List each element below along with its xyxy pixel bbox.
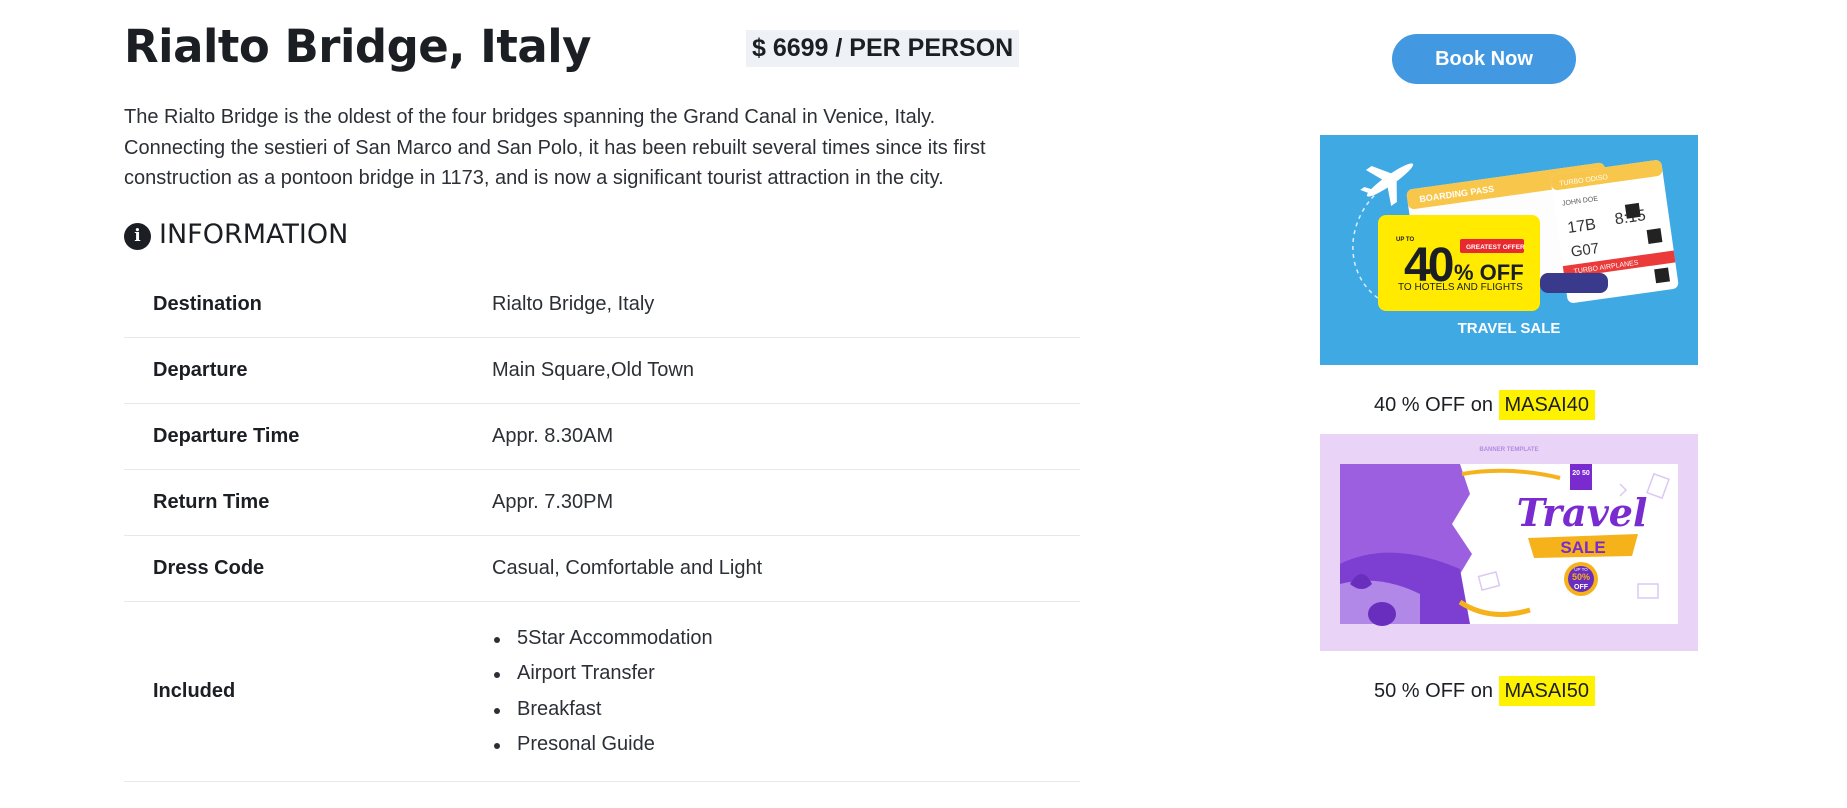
table-row: Destination Rialto Bridge, Italy bbox=[124, 272, 1080, 338]
row-label: Return Time bbox=[153, 491, 270, 513]
row-value: Rialto Bridge, Italy bbox=[492, 293, 655, 315]
svg-text:SALE: SALE bbox=[1560, 538, 1605, 557]
svg-text:BANNER TEMPLATE: BANNER TEMPLATE bbox=[1479, 447, 1538, 453]
table-row: Departure Main Square,Old Town bbox=[124, 338, 1080, 404]
svg-text:GREATEST OFFER: GREATEST OFFER bbox=[1466, 244, 1525, 251]
table-row-included: Included 5Star Accommodation Airport Tra… bbox=[124, 602, 1080, 782]
coupon-50: 50 % OFF on MASAI50 bbox=[1374, 676, 1595, 706]
svg-text:Travel: Travel bbox=[1517, 490, 1648, 535]
coupon-text: 40 % OFF on bbox=[1374, 394, 1499, 416]
information-table: Destination Rialto Bridge, Italy Departu… bbox=[124, 272, 1080, 782]
included-list: 5Star Accommodation Airport Transfer Bre… bbox=[492, 621, 713, 763]
coupon-40: 40 % OFF on MASAI40 bbox=[1374, 390, 1595, 420]
svg-text:OFF: OFF bbox=[1574, 584, 1589, 591]
table-row: Return Time Appr. 7.30PM bbox=[124, 470, 1080, 536]
coupon-text: 50 % OFF on bbox=[1374, 680, 1499, 702]
list-item: Airport Transfer bbox=[492, 656, 713, 692]
travel-sale-banner-purple[interactable]: BANNER TEMPLATE 20 50 Travel SALE UP TO … bbox=[1320, 434, 1698, 651]
price-badge: $ 6699 / PER PERSON bbox=[746, 30, 1020, 67]
row-label: Dress Code bbox=[153, 557, 265, 579]
tour-description: The Rialto Bridge is the oldest of the f… bbox=[124, 106, 986, 189]
row-value: Appr. 8.30AM bbox=[492, 425, 614, 447]
info-icon: i bbox=[124, 223, 151, 250]
list-item: Presonal Guide bbox=[492, 727, 713, 763]
book-now-button[interactable]: Book Now bbox=[1392, 34, 1576, 84]
page-title: Rialto Bridge, Italy bbox=[124, 20, 591, 73]
table-row: Dress Code Casual, Comfortable and Light bbox=[124, 536, 1080, 602]
table-row: Departure Time Appr. 8.30AM bbox=[124, 404, 1080, 470]
row-value: Appr. 7.30PM bbox=[492, 491, 614, 513]
row-label: Departure Time bbox=[153, 425, 300, 447]
row-value: Casual, Comfortable and Light bbox=[492, 557, 763, 579]
list-item: 5Star Accommodation bbox=[492, 621, 713, 657]
row-label: Included bbox=[153, 680, 236, 702]
list-item: Breakfast bbox=[492, 692, 713, 728]
information-title: INFORMATION bbox=[159, 219, 349, 250]
svg-text:50%: 50% bbox=[1572, 572, 1590, 582]
svg-text:TRAVEL SALE: TRAVEL SALE bbox=[1458, 320, 1561, 337]
row-label: Departure bbox=[153, 359, 248, 381]
travel-sale-banner[interactable]: BOARDING PASS TURBO ODISO JOHN DOE 17B 8… bbox=[1320, 135, 1698, 365]
row-value: Main Square,Old Town bbox=[492, 359, 694, 381]
svg-text:TO HOTELS AND FLIGHTS: TO HOTELS AND FLIGHTS bbox=[1398, 282, 1523, 293]
coupon-code[interactable]: MASAI40 bbox=[1498, 390, 1595, 420]
svg-text:20 50: 20 50 bbox=[1572, 470, 1590, 477]
coupon-code[interactable]: MASAI50 bbox=[1498, 676, 1595, 706]
information-heading: i INFORMATION bbox=[124, 219, 348, 250]
row-label: Destination bbox=[153, 293, 262, 315]
